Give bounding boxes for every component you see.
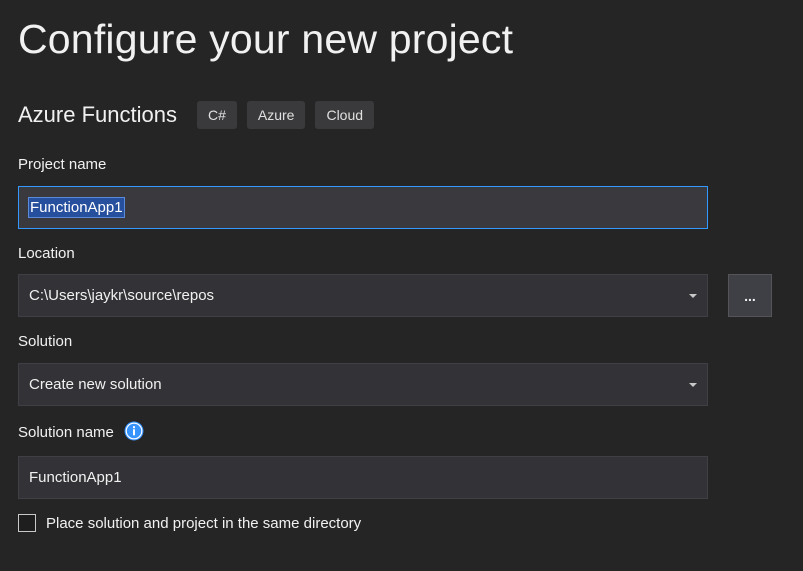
location-combobox[interactable]: C:\Users\jaykr\source\repos bbox=[18, 274, 708, 317]
project-name-label: Project name bbox=[18, 156, 107, 173]
page-title: Configure your new project bbox=[18, 16, 514, 62]
configure-project-page: Configure your new project Azure Functio… bbox=[0, 0, 803, 571]
tag-csharp: C# bbox=[196, 101, 237, 129]
template-name: Azure Functions bbox=[18, 102, 177, 127]
same-directory-option[interactable]: Place solution and project in the same d… bbox=[18, 514, 361, 532]
solution-value: Create new solution bbox=[29, 376, 162, 393]
solution-name-value: FunctionApp1 bbox=[29, 469, 122, 486]
location-value: C:\Users\jaykr\source\repos bbox=[29, 287, 215, 304]
chevron-down-icon[interactable] bbox=[689, 293, 697, 298]
solution-dropdown[interactable]: Create new solution bbox=[18, 363, 708, 406]
info-icon[interactable] bbox=[124, 421, 144, 441]
chevron-down-icon[interactable] bbox=[689, 382, 697, 387]
solution-name-input[interactable]: FunctionApp1 bbox=[18, 456, 708, 499]
solution-name-label: Solution name bbox=[18, 423, 114, 441]
browse-location-button[interactable]: ... bbox=[728, 274, 772, 317]
same-directory-checkbox[interactable] bbox=[18, 514, 36, 532]
template-summary: Azure Functions C# Azure Cloud bbox=[18, 100, 384, 130]
tag-cloud: Cloud bbox=[315, 101, 375, 129]
solution-name-label-row: Solution name bbox=[18, 421, 144, 442]
same-directory-label[interactable]: Place solution and project in the same d… bbox=[46, 515, 361, 532]
project-name-value: FunctionApp1 bbox=[28, 197, 125, 218]
location-label: Location bbox=[18, 245, 75, 262]
tag-azure: Azure bbox=[246, 101, 306, 129]
project-name-input[interactable]: FunctionApp1 bbox=[18, 186, 708, 229]
solution-label: Solution bbox=[18, 333, 73, 350]
